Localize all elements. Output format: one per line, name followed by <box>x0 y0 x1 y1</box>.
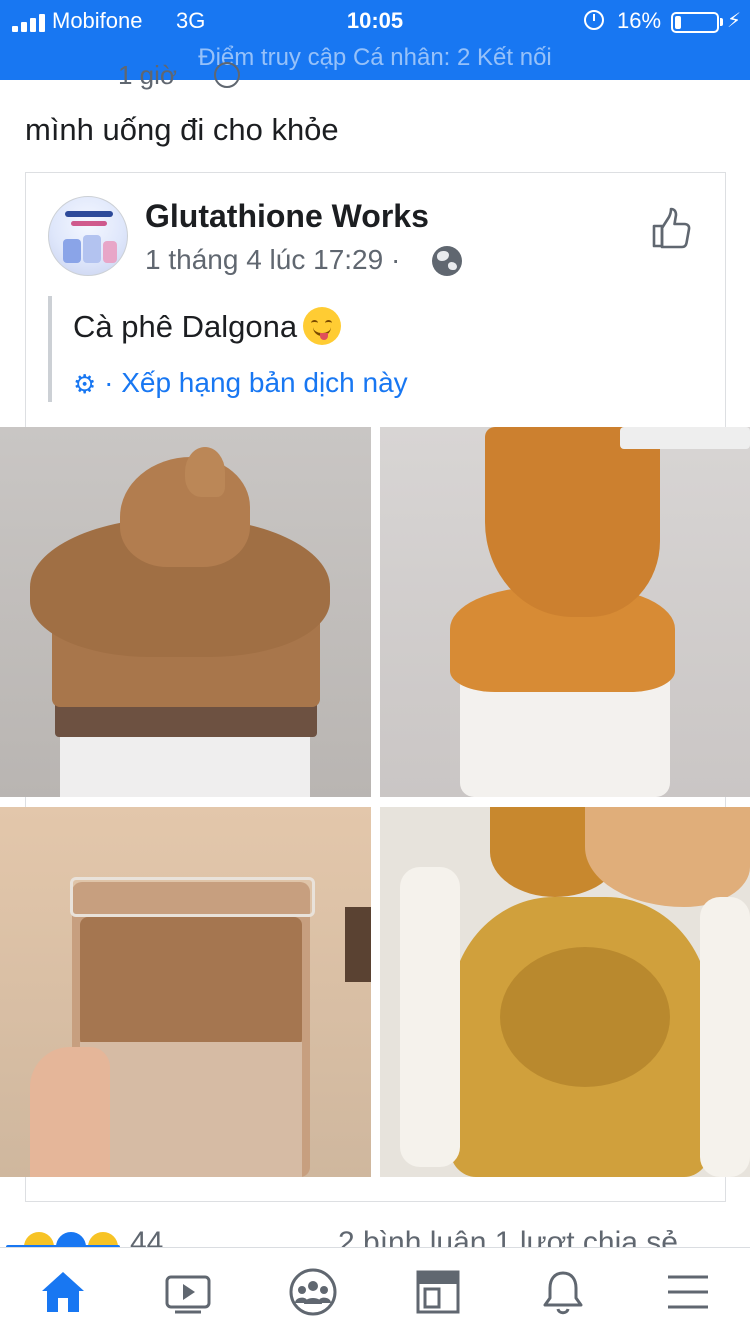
photo-yellow-swirl[interactable] <box>380 807 750 1177</box>
translated-text: Cà phê Dalgona <box>73 307 342 345</box>
notifications-icon <box>543 1271 583 1315</box>
photo-dalgona-glass-1[interactable] <box>0 427 371 797</box>
gear-icon: ⚙ <box>73 369 97 399</box>
tab-notifications[interactable] <box>500 1248 625 1334</box>
meta-separator: · <box>390 244 401 275</box>
battery-icon <box>671 12 719 33</box>
bottom-tab-bar <box>0 1247 750 1334</box>
translated-text-content: Cà phê Dalgona <box>73 309 298 344</box>
globe-icon <box>214 62 240 88</box>
status-bar: Mobifone 3G 10:05 16% ⚡ Điểm truy cập Cá… <box>0 0 750 80</box>
battery-percent: 16% <box>617 8 662 33</box>
rate-translation-label[interactable]: Xếp hạng bản dịch này <box>121 367 407 398</box>
tab-groups[interactable] <box>250 1248 375 1334</box>
groups-icon <box>289 1268 337 1316</box>
menu-icon <box>668 1275 708 1309</box>
rate-separator: · <box>104 367 114 398</box>
page-name[interactable]: Glutathione Works <box>145 198 429 235</box>
page-avatar[interactable] <box>48 196 128 276</box>
photo-dalgona-glass-2[interactable] <box>380 427 750 797</box>
globe-icon <box>432 246 462 276</box>
tab-home[interactable] <box>0 1248 125 1334</box>
post-text: mình uống đi cho khỏe <box>25 112 339 147</box>
shared-post-meta: 1 tháng 4 lúc 17:29 · <box>145 244 400 276</box>
hotspot-banner[interactable]: Điểm truy cập Cá nhân: 2 Kết nối <box>0 44 750 72</box>
photo-dalgona-jar[interactable] <box>0 807 371 1177</box>
rate-translation-link[interactable]: ⚙ · Xếp hạng bản dịch này <box>73 367 408 400</box>
home-icon <box>42 1272 84 1312</box>
tab-watch[interactable] <box>125 1248 250 1334</box>
like-page-icon[interactable] <box>650 206 696 252</box>
tab-pages[interactable] <box>375 1248 500 1334</box>
alarm-icon <box>584 10 604 30</box>
yum-emoji-icon <box>303 307 342 345</box>
watch-icon <box>165 1275 211 1314</box>
charging-icon: ⚡ <box>727 10 742 32</box>
pages-icon <box>416 1270 460 1314</box>
post-timestamp[interactable]: 1 giờ <box>118 60 177 91</box>
shared-post-timestamp[interactable]: 1 tháng 4 lúc 17:29 <box>145 244 383 275</box>
battery-cap <box>720 18 723 26</box>
translation-quote-bar <box>48 296 52 402</box>
tab-menu[interactable] <box>625 1248 750 1334</box>
